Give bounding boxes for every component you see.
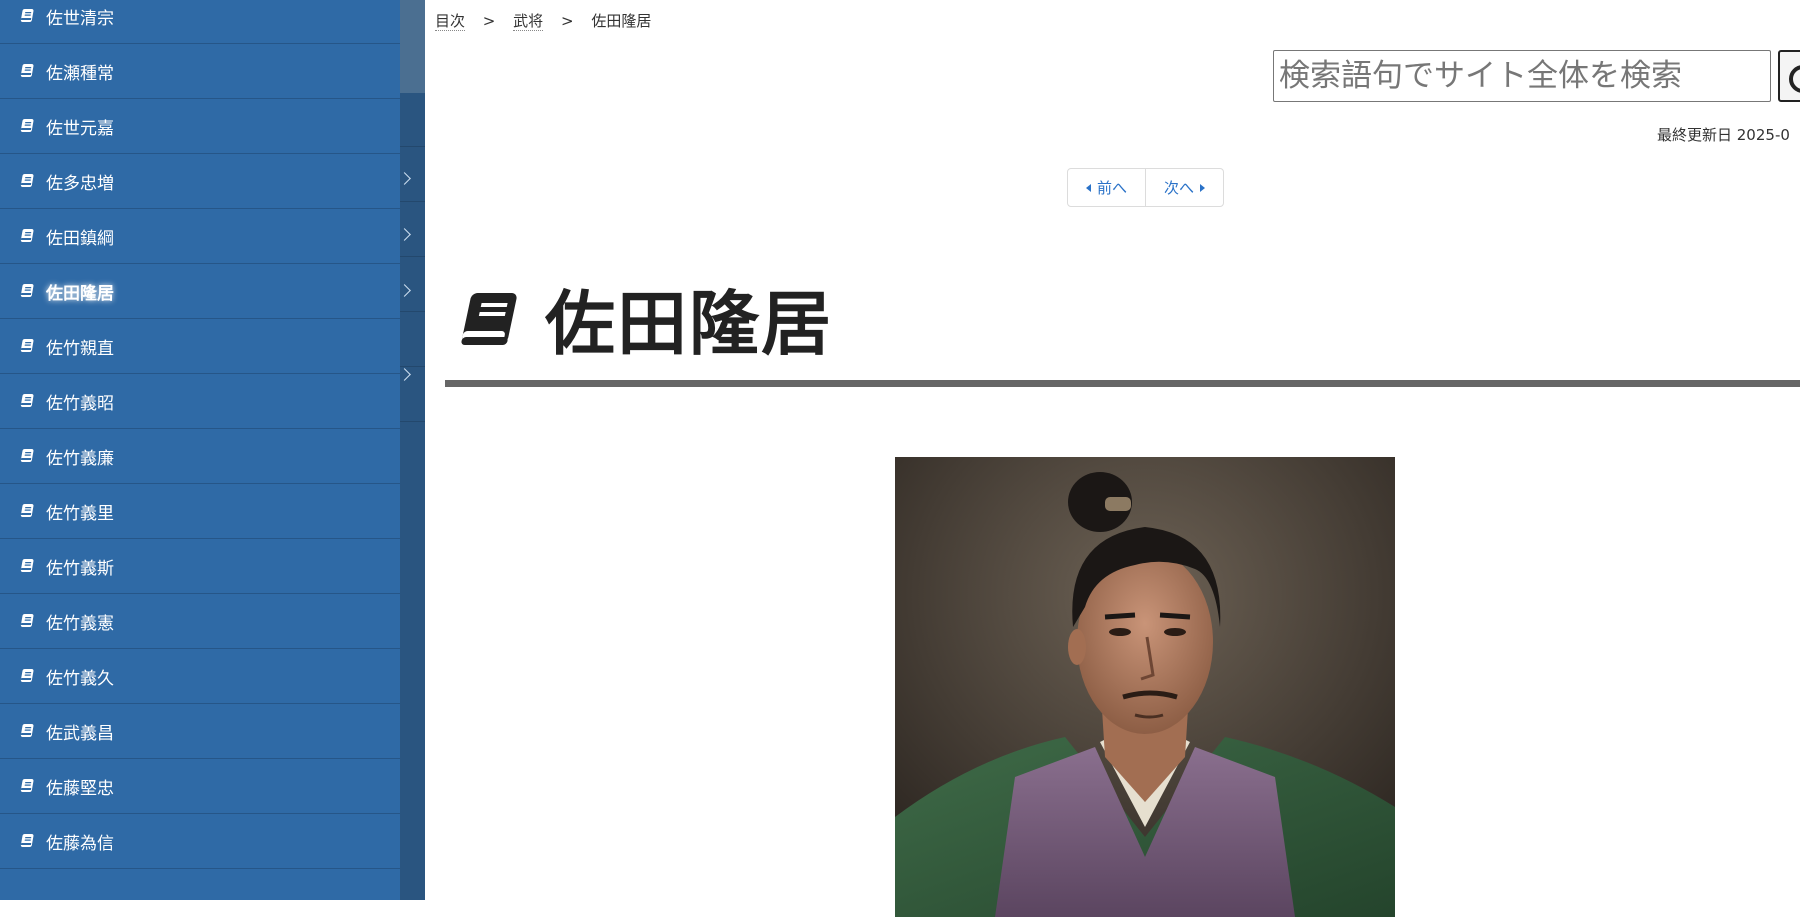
sidebar-item[interactable]: 佐藤為信: [0, 814, 400, 869]
chevron-right-icon[interactable]: [398, 172, 411, 185]
sidebar-item[interactable]: 佐多忠増: [0, 154, 400, 209]
sidebar-item[interactable]: 佐藤堅忠: [0, 759, 400, 814]
sidebar-item-label: 佐田隆居: [46, 283, 114, 304]
sidebar-item-label: 佐藤為信: [46, 833, 114, 854]
book-icon: [20, 339, 34, 352]
sidebar-item-label: 佐世清宗: [46, 8, 114, 29]
book-icon: [20, 9, 34, 22]
pager: 前へ 次へ: [1067, 168, 1224, 207]
sidebar-item-label: 佐竹義憲: [46, 613, 114, 634]
sidebar-item-label: 佐武義昌: [46, 723, 114, 744]
prev-label: 前へ: [1096, 179, 1127, 197]
sidebar-item-label: 佐竹義廉: [46, 448, 114, 469]
book-icon: [20, 669, 34, 682]
breadcrumb-separator: >: [482, 12, 496, 30]
rail-divider: [400, 201, 425, 202]
caret-right-icon: [1200, 183, 1205, 192]
title-divider: [445, 380, 1800, 387]
sidebar: 佐世清宗佐瀬種常佐世元嘉佐多忠増佐田鎮綱佐田隆居佐竹親直佐竹義昭佐竹義廉佐竹義里…: [0, 0, 400, 900]
sidebar-list: 佐世清宗佐瀬種常佐世元嘉佐多忠増佐田鎮綱佐田隆居佐竹親直佐竹義昭佐竹義廉佐竹義里…: [0, 0, 400, 869]
rail-divider: [400, 146, 425, 147]
book-icon: [20, 174, 34, 187]
search-button[interactable]: [1778, 50, 1800, 102]
breadcrumb-link-busho[interactable]: 武将: [513, 12, 544, 31]
book-icon: [20, 394, 34, 407]
sidebar-item[interactable]: 佐竹義里: [0, 484, 400, 539]
portrait-image: [895, 457, 1395, 917]
sidebar-item[interactable]: 佐竹義廉: [0, 429, 400, 484]
next-button[interactable]: 次へ: [1145, 169, 1223, 206]
search-input[interactable]: [1273, 50, 1771, 102]
rail-header: [400, 0, 425, 93]
chevron-right-icon[interactable]: [398, 228, 411, 241]
sidebar-item[interactable]: 佐竹義斯: [0, 539, 400, 594]
sidebar-item[interactable]: 佐竹親直: [0, 319, 400, 374]
book-icon: [461, 292, 517, 345]
page-title-text: 佐田隆居: [545, 283, 833, 365]
caret-left-icon: [1085, 183, 1091, 192]
book-icon: [20, 449, 34, 462]
sidebar-item[interactable]: 佐瀬種常: [0, 44, 400, 99]
book-icon: [20, 64, 34, 77]
sidebar-item-label: 佐竹義里: [46, 503, 114, 524]
book-icon: [20, 614, 34, 627]
breadcrumb: 目次 > 武将 > 佐田隆居: [435, 10, 651, 31]
sidebar-item-label: 佐瀬種常: [46, 63, 114, 84]
sidebar-item[interactable]: 佐竹義憲: [0, 594, 400, 649]
sidebar-item-label: 佐世元嘉: [46, 118, 114, 139]
sidebar-collapse-rail: [398, 0, 425, 900]
breadcrumb-separator: >: [560, 12, 574, 30]
book-icon: [20, 504, 34, 517]
sidebar-item-label: 佐藤堅忠: [46, 778, 114, 799]
sidebar-item[interactable]: 佐武義昌: [0, 704, 400, 759]
book-icon: [20, 119, 34, 132]
sidebar-item[interactable]: 佐田隆居: [0, 264, 400, 319]
sidebar-item[interactable]: 佐竹義昭: [0, 374, 400, 429]
breadcrumb-current: 佐田隆居: [591, 12, 652, 30]
last-updated: 最終更新日 2025-0: [1657, 126, 1790, 144]
rail-divider: [400, 421, 425, 422]
sidebar-item-label: 佐多忠増: [46, 173, 114, 194]
search-icon: [1789, 65, 1800, 93]
sidebar-item-label: 佐竹親直: [46, 338, 114, 359]
book-icon: [20, 559, 34, 572]
rail-divider: [400, 256, 425, 257]
book-icon: [20, 229, 34, 242]
page-title: 佐田隆居: [457, 268, 833, 369]
sidebar-item[interactable]: 佐竹義久: [0, 649, 400, 704]
sidebar-item[interactable]: 佐田鎮綱: [0, 209, 400, 264]
breadcrumb-link-toc[interactable]: 目次: [435, 12, 466, 31]
sidebar-item-label: 佐竹義昭: [46, 393, 114, 414]
book-icon: [20, 284, 34, 297]
prev-button[interactable]: 前へ: [1068, 169, 1145, 206]
next-label: 次へ: [1163, 179, 1194, 197]
chevron-right-icon[interactable]: [398, 284, 411, 297]
book-icon: [20, 779, 34, 792]
book-icon: [20, 834, 34, 847]
chevron-right-icon[interactable]: [398, 368, 411, 381]
sidebar-item-label: 佐竹義久: [46, 668, 114, 689]
rail-divider: [400, 366, 425, 367]
sidebar-item-label: 佐竹義斯: [46, 558, 114, 579]
main-content: 目次 > 武将 > 佐田隆居 最終更新日 2025-0 前へ 次へ: [425, 0, 1800, 917]
rail-divider: [400, 311, 425, 312]
book-icon: [20, 724, 34, 737]
sidebar-item[interactable]: 佐世元嘉: [0, 99, 400, 154]
sidebar-item[interactable]: 佐世清宗: [0, 0, 400, 44]
sidebar-item-label: 佐田鎮綱: [46, 228, 114, 249]
